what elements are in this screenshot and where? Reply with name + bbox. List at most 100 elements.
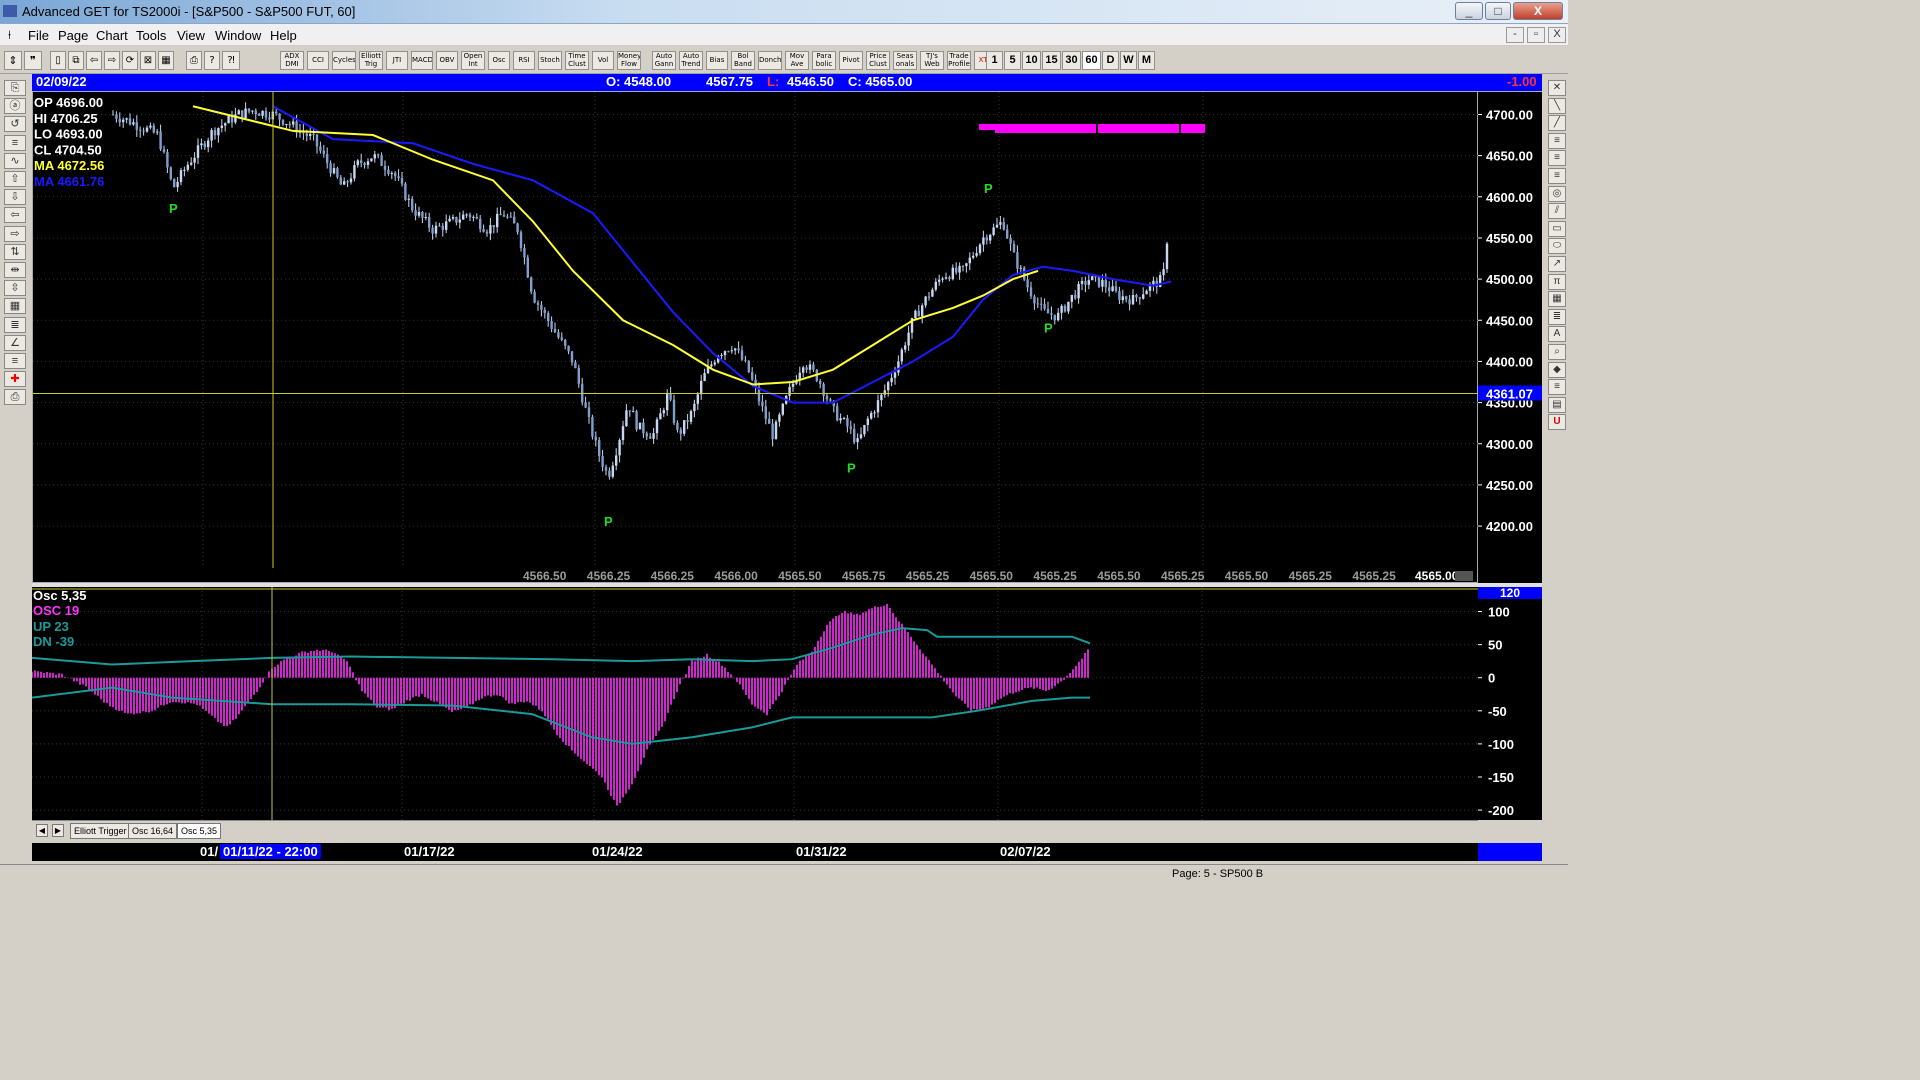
menu-tools[interactable]: Tools — [136, 28, 166, 43]
interval-button-60[interactable]: 60 — [1082, 51, 1101, 70]
minimize-button[interactable]: _ — [1455, 2, 1483, 20]
indicator-button-jti[interactable]: JTI — [386, 51, 408, 70]
fib-ext-icon[interactable]: ≡ — [1548, 150, 1566, 167]
context-help-icon[interactable]: ⁈ — [222, 51, 240, 70]
fib-time-icon[interactable]: ≡ — [1548, 168, 1566, 184]
interval-button-30[interactable]: 30 — [1062, 51, 1081, 70]
menu-help[interactable]: Help — [270, 28, 297, 43]
indicator-button-price-clust[interactable]: Price Clust — [866, 51, 890, 70]
box-icon[interactable]: ▭ — [1548, 220, 1566, 237]
gann-icon[interactable]: ∠ — [4, 334, 26, 351]
table-icon[interactable]: ▦ — [1548, 291, 1566, 308]
close-button[interactable]: X — [1513, 2, 1563, 20]
indicator-button-tj-s-web[interactable]: TJ's Web — [920, 51, 944, 70]
magnify-icon[interactable]: ⌕ — [1548, 344, 1566, 360]
fib-ret-icon[interactable]: ≡ — [1548, 132, 1566, 149]
notes-icon[interactable]: ⎙ — [4, 389, 26, 406]
interval-button-1[interactable]: 1 — [986, 51, 1003, 70]
tab-osc-5-35[interactable]: Osc 5,35 — [177, 823, 222, 839]
tab-osc-16-64[interactable]: Osc 16,64 — [128, 823, 178, 839]
tab-elliott-trigger[interactable]: Elliott Trigger — [70, 823, 131, 839]
close-study-icon[interactable]: ✕ — [1548, 80, 1566, 96]
ellipse-icon[interactable]: ⬭ — [1548, 238, 1566, 255]
info-icon[interactable]: ? — [204, 51, 220, 70]
indicator-button-obv[interactable]: OBV — [436, 51, 458, 70]
new-page-icon[interactable]: ▯ — [50, 51, 66, 70]
tab-next-icon[interactable]: ▶ — [52, 824, 64, 837]
scale-icon[interactable]: ⇹ — [4, 262, 26, 278]
u-icon[interactable]: U — [1548, 414, 1566, 431]
indicator-button-money-flow[interactable]: Money Flow — [617, 51, 641, 70]
copy-icon[interactable]: ⧉ — [68, 51, 84, 70]
oscillator-panel[interactable]: Osc 5,35 OSC 19 UP 23 DN -39 — [31, 587, 1478, 820]
indicator-button-mov-ave[interactable]: Mov Ave — [785, 51, 809, 70]
open-icon[interactable]: ⎘ — [4, 80, 26, 96]
indicator-button-pivot[interactable]: Pivot — [839, 51, 863, 70]
menu-chart[interactable]: Chart — [96, 28, 128, 43]
reset-icon[interactable]: ↺ — [4, 116, 26, 133]
interval-button-D[interactable]: D — [1102, 51, 1119, 70]
ruler-icon[interactable]: ≡ — [1548, 379, 1566, 396]
indicator-button-bol-band[interactable]: Bol Band — [731, 51, 755, 70]
draw-icon[interactable]: ⓐ — [4, 98, 26, 115]
layout-icon[interactable]: ▦ — [158, 51, 174, 70]
fib-line-icon[interactable]: ╱ — [1548, 115, 1566, 132]
regression-icon[interactable]: ↗ — [1548, 256, 1566, 272]
elliott-icon[interactable]: ∿ — [4, 152, 26, 169]
calc-icon[interactable]: ▤ — [1548, 396, 1566, 413]
eraser-icon[interactable]: ◆ — [1548, 361, 1566, 378]
indicator-button-trade-profile[interactable]: Trade Profile — [947, 51, 971, 70]
indicator-button-stoch[interactable]: Stoch — [538, 51, 562, 70]
refresh-icon[interactable]: ⟳ — [122, 51, 138, 70]
pen-icon[interactable]: ╲ — [1548, 97, 1566, 114]
indicator-button-cycles[interactable]: Cycles — [332, 51, 356, 70]
label-icon[interactable]: A — [1548, 326, 1566, 343]
indicator-button-donch[interactable]: Donch — [758, 51, 782, 70]
indicator-button-rsi[interactable]: RSI — [513, 51, 535, 70]
price-chart[interactable]: P P P P P OP 4696.00HI 4706.25LO 4693.00CL 47… — [33, 92, 1479, 584]
interval-button-15[interactable]: 15 — [1042, 51, 1061, 70]
cursor-tool-icon[interactable]: ⇕ — [4, 51, 22, 70]
interval-button-10[interactable]: 10 — [1022, 51, 1041, 70]
indicator-button-para-bolic[interactable]: Para bolic — [812, 51, 836, 70]
indicator-button-auto-trend[interactable]: Auto Trend — [679, 51, 703, 70]
oscillator-axis[interactable]: 120 100 50 0 -50 -100 -150 -200 — [1478, 586, 1542, 820]
mdi-minimize-button[interactable]: - — [1506, 27, 1524, 43]
lines-icon[interactable]: ≣ — [4, 316, 26, 333]
arrow-down-icon[interactable]: ⇩ — [4, 189, 26, 206]
indicator-button-seas-onals[interactable]: Seas onals — [893, 51, 917, 70]
mdi-restore-button[interactable]: ▫ — [1527, 27, 1545, 43]
menu-page[interactable]: Page — [58, 28, 88, 43]
pin-icon[interactable]: ⍿ — [8, 28, 11, 43]
study-icon[interactable]: ≡ — [4, 134, 26, 151]
indicator-button-vol[interactable]: Vol — [592, 51, 614, 70]
fib-icon[interactable]: ≡ — [4, 353, 26, 369]
indicator-button-macd[interactable]: MACD — [411, 51, 433, 70]
quote-icon[interactable]: ❞ — [24, 51, 42, 70]
hilo-icon[interactable]: ⇅ — [4, 243, 26, 260]
interval-button-M[interactable]: M — [1138, 51, 1155, 70]
menu-file[interactable]: File — [28, 28, 49, 43]
oscillator-chart[interactable]: Osc 5,35OSC 19UP 23DN -39 — [31, 587, 1478, 820]
back-icon[interactable]: ⇦ — [86, 51, 102, 70]
crosshair-icon[interactable]: ✚ — [4, 371, 26, 388]
zoom-icon[interactable]: ⇳ — [4, 280, 26, 297]
indicator-button-adx-dmi[interactable]: ADX DMI — [280, 51, 304, 70]
indicator-button-time-clust[interactable]: Time Clust — [565, 51, 589, 70]
price-chart-panel[interactable]: P P P P P OP 4696.00 HI 4706.25 LO 4693.00 CL 47… — [32, 91, 1479, 584]
menu-view[interactable]: View — [177, 28, 205, 43]
interval-button-5[interactable]: 5 — [1004, 51, 1021, 70]
mob-icon[interactable]: ≣ — [1548, 308, 1566, 325]
grid-icon[interactable]: ⊠ — [140, 51, 156, 70]
price-axis[interactable]: 4700.00 4650.00 4600.00 4550.00 4500.00 4450.… — [1478, 91, 1542, 583]
channel-icon[interactable]: ⫽ — [1548, 203, 1566, 220]
interval-button-W[interactable]: W — [1120, 51, 1137, 70]
print-icon[interactable]: ⎙ — [186, 51, 202, 70]
arrow-up-icon[interactable]: ⇧ — [4, 171, 26, 187]
pti-icon[interactable]: π — [1548, 273, 1566, 290]
indicator-button-cci[interactable]: CCI — [307, 51, 329, 70]
indicator-button-elliott-trig[interactable]: Elliott Trig — [359, 51, 383, 70]
tab-prev-icon[interactable]: ◀ — [36, 824, 48, 837]
arrow-left-icon[interactable]: ⇦ — [4, 207, 26, 224]
indicator-button-auto-gann[interactable]: Auto Gann — [652, 51, 676, 70]
